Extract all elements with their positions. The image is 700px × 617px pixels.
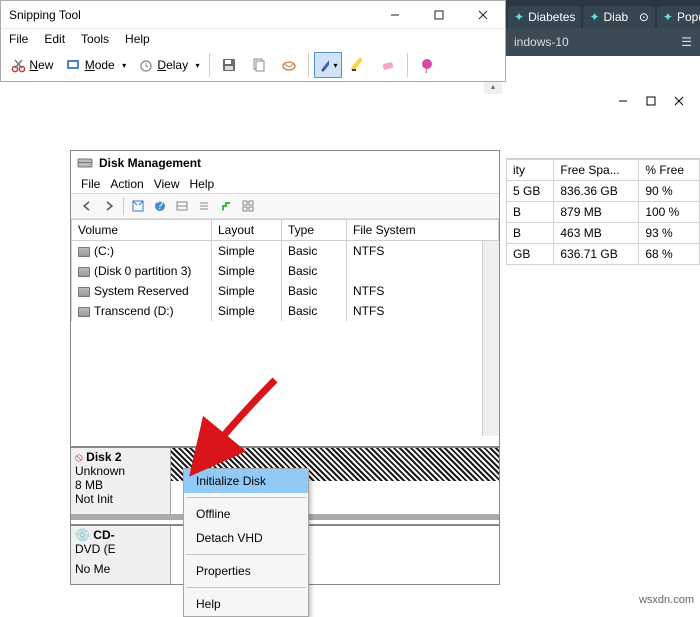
- volume-row[interactable]: Transcend (D:)SimpleBasicNTFS: [72, 301, 499, 321]
- menu-item-properties[interactable]: Properties: [184, 559, 308, 583]
- snipping-toolbar: New Mode ▾ Delay ▾ ▾: [1, 49, 505, 81]
- send-button[interactable]: [275, 52, 303, 78]
- reader-icon: ☰: [681, 35, 692, 49]
- save-icon: [221, 57, 237, 73]
- volume-row[interactable]: System ReservedSimpleBasicNTFS: [72, 281, 499, 301]
- browser-tab[interactable]: ✦Diabetes: [508, 6, 581, 28]
- column-header-volume[interactable]: Volume: [72, 220, 212, 241]
- balloon-icon: [419, 57, 435, 73]
- minimize-button[interactable]: [614, 92, 632, 110]
- browser-tab[interactable]: ✦Diab ⊙: [583, 6, 654, 28]
- svg-text:?: ?: [157, 199, 164, 212]
- table-row[interactable]: 5 GB836.36 GB90 %: [507, 181, 700, 202]
- scissors-icon: [10, 57, 26, 73]
- help-button[interactable]: ?: [150, 196, 170, 216]
- refresh-button[interactable]: [128, 196, 148, 216]
- mode-icon: [65, 57, 81, 73]
- menu-file[interactable]: File: [81, 177, 100, 191]
- menu-item-initialize-disk[interactable]: Initialize Disk: [184, 469, 308, 493]
- inner-window-controls: [506, 86, 700, 122]
- tab-favicon-icon: ✦: [589, 10, 599, 24]
- chevron-down-icon: ▾: [122, 61, 126, 70]
- settings-button[interactable]: [172, 196, 192, 216]
- table-row[interactable]: GB636.71 GB68 %: [507, 244, 700, 265]
- copy-button[interactable]: [245, 52, 273, 78]
- volume-row[interactable]: (Disk 0 partition 3)SimpleBasic: [72, 261, 499, 281]
- watermark: wsxdn.com: [639, 594, 694, 606]
- column-header-capacity[interactable]: ity: [507, 160, 554, 181]
- forward-button[interactable]: [99, 196, 119, 216]
- dm-menubar: File Action View Help: [71, 175, 499, 193]
- column-header-filesystem[interactable]: File System: [347, 220, 499, 241]
- menu-view[interactable]: View: [154, 177, 180, 191]
- menu-tools[interactable]: Tools: [77, 32, 113, 46]
- back-button[interactable]: [77, 196, 97, 216]
- window-title: Snipping Tool: [9, 8, 373, 22]
- table-row[interactable]: B879 MB100 %: [507, 202, 700, 223]
- side-disk-table: ity Free Spa... % Free 5 GB836.36 GB90 %…: [506, 158, 700, 265]
- clock-icon: [138, 57, 154, 73]
- disk-context-menu: Initialize Disk Offline Detach VHD Prope…: [183, 468, 309, 617]
- mode-button[interactable]: Mode ▾: [60, 52, 131, 78]
- highlighter-icon: [349, 56, 367, 74]
- minimize-button[interactable]: [373, 1, 417, 28]
- menu-action[interactable]: Action: [110, 177, 143, 191]
- close-button[interactable]: [461, 1, 505, 28]
- disk-error-icon: ⦸: [75, 450, 83, 464]
- mail-icon: [281, 57, 297, 73]
- copy-icon: [251, 57, 267, 73]
- volume-icon: [78, 307, 90, 317]
- eraser-button[interactable]: [374, 52, 402, 78]
- grid-button[interactable]: [238, 196, 258, 216]
- new-snip-button[interactable]: New: [5, 52, 58, 78]
- disk-icon: [77, 155, 93, 171]
- maximize-button[interactable]: [642, 92, 660, 110]
- tab-favicon-icon: ✦: [514, 10, 524, 24]
- paint3d-button[interactable]: [413, 52, 441, 78]
- tab-favicon-icon: ✦: [663, 10, 673, 24]
- action-button[interactable]: [216, 196, 236, 216]
- snipping-menubar: File Edit Tools Help: [1, 29, 505, 49]
- volume-table: Volume Layout Type File System: [71, 219, 499, 241]
- column-header-type[interactable]: Type: [282, 220, 347, 241]
- browser-tabstrip: ✦Diabetes ✦Diab ⊙ ✦Popul: [506, 0, 700, 28]
- column-header-layout[interactable]: Layout: [212, 220, 282, 241]
- volume-row[interactable]: (C:)SimpleBasicNTFS: [72, 241, 499, 261]
- browser-tab[interactable]: ✦Popul: [657, 6, 700, 28]
- scroll-up-button[interactable]: ▴: [484, 82, 502, 94]
- maximize-button[interactable]: [417, 1, 461, 28]
- browser-address-bar[interactable]: indows-10 ☰: [506, 28, 700, 56]
- menu-help[interactable]: Help: [121, 32, 154, 46]
- menu-help[interactable]: Help: [190, 177, 215, 191]
- close-button[interactable]: [670, 92, 688, 110]
- volume-icon: [78, 287, 90, 297]
- menu-item-detach-vhd[interactable]: Detach VHD: [184, 526, 308, 550]
- chevron-down-icon: ▾: [195, 61, 199, 70]
- menu-item-help[interactable]: Help: [184, 592, 308, 616]
- column-header-pctfree[interactable]: % Free: [639, 160, 700, 181]
- save-button[interactable]: [215, 52, 243, 78]
- menu-edit[interactable]: Edit: [40, 32, 69, 46]
- volume-icon: [78, 267, 90, 277]
- table-row[interactable]: B463 MB93 %: [507, 223, 700, 244]
- pen-button[interactable]: ▾: [314, 52, 342, 78]
- right-pane: ✦Diabetes ✦Diab ⊙ ✦Popul indows-10 ☰ ity…: [506, 0, 700, 610]
- cd-icon: 💿: [75, 528, 90, 542]
- highlighter-button[interactable]: [344, 52, 372, 78]
- chevron-down-icon: ▾: [333, 61, 337, 70]
- menu-item-offline[interactable]: Offline: [184, 502, 308, 526]
- pen-icon: [319, 56, 329, 74]
- volume-icon: [78, 247, 90, 257]
- menu-file[interactable]: File: [5, 32, 32, 46]
- dm-title: Disk Management: [99, 156, 201, 170]
- column-header-freespace[interactable]: Free Spa...: [554, 160, 639, 181]
- list-button[interactable]: [194, 196, 214, 216]
- delay-button[interactable]: Delay ▾: [133, 52, 204, 78]
- dm-toolbar: ?: [71, 193, 499, 219]
- eraser-icon: [380, 57, 396, 73]
- snipping-tool-window: Snipping Tool File Edit Tools Help New M…: [0, 0, 506, 82]
- titlebar: Snipping Tool: [1, 1, 505, 29]
